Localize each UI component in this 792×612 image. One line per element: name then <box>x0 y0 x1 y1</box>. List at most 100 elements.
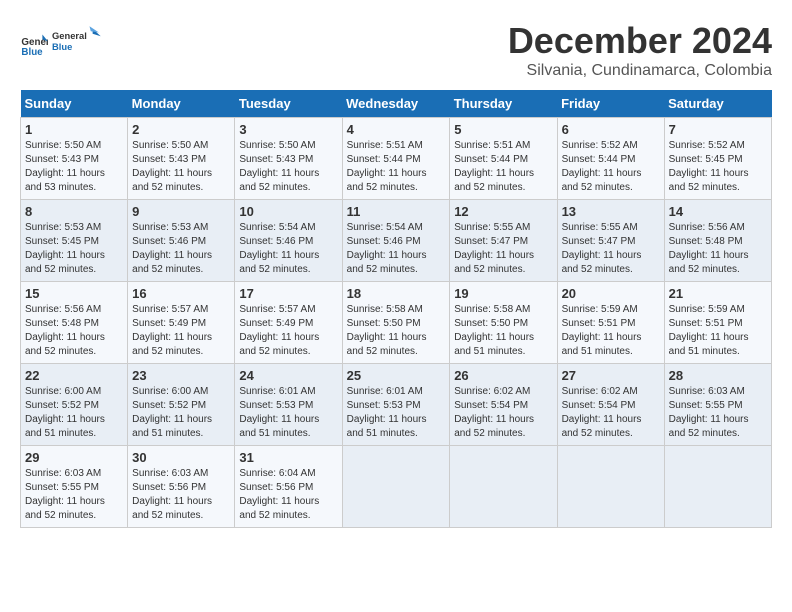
day-number: 23 <box>132 368 230 383</box>
day-number: 8 <box>25 204 123 219</box>
day-number: 16 <box>132 286 230 301</box>
day-info: Sunrise: 5:50 AM Sunset: 5:43 PM Dayligh… <box>25 139 123 195</box>
calendar-cell: 12 Sunrise: 5:55 AM Sunset: 5:47 PM Dayl… <box>450 200 557 282</box>
col-header-tuesday: Tuesday <box>235 90 342 118</box>
day-number: 4 <box>347 122 446 137</box>
day-info: Sunrise: 6:03 AM Sunset: 5:55 PM Dayligh… <box>25 467 123 523</box>
day-info: Sunrise: 5:51 AM Sunset: 5:44 PM Dayligh… <box>347 139 446 195</box>
calendar-cell: 5 Sunrise: 5:51 AM Sunset: 5:44 PM Dayli… <box>450 118 557 200</box>
day-number: 14 <box>669 204 767 219</box>
calendar-week-5: 29 Sunrise: 6:03 AM Sunset: 5:55 PM Dayl… <box>21 446 772 528</box>
day-number: 2 <box>132 122 230 137</box>
day-number: 19 <box>454 286 552 301</box>
day-info: Sunrise: 6:04 AM Sunset: 5:56 PM Dayligh… <box>239 467 337 523</box>
header: General Blue General Blue December 2024 … <box>20 20 772 80</box>
col-header-saturday: Saturday <box>664 90 771 118</box>
day-number: 27 <box>562 368 660 383</box>
calendar-cell: 15 Sunrise: 5:56 AM Sunset: 5:48 PM Dayl… <box>21 282 128 364</box>
logo: General Blue General Blue <box>20 20 102 70</box>
calendar-cell: 10 Sunrise: 5:54 AM Sunset: 5:46 PM Dayl… <box>235 200 342 282</box>
calendar-cell: 14 Sunrise: 5:56 AM Sunset: 5:48 PM Dayl… <box>664 200 771 282</box>
calendar-cell: 7 Sunrise: 5:52 AM Sunset: 5:45 PM Dayli… <box>664 118 771 200</box>
day-info: Sunrise: 5:57 AM Sunset: 5:49 PM Dayligh… <box>239 303 337 359</box>
day-info: Sunrise: 6:03 AM Sunset: 5:55 PM Dayligh… <box>669 385 767 441</box>
day-number: 15 <box>25 286 123 301</box>
calendar-cell: 21 Sunrise: 5:59 AM Sunset: 5:51 PM Dayl… <box>664 282 771 364</box>
calendar-cell: 2 Sunrise: 5:50 AM Sunset: 5:43 PM Dayli… <box>128 118 235 200</box>
day-number: 11 <box>347 204 446 219</box>
title-block: December 2024 Silvania, Cundinamarca, Co… <box>508 20 772 80</box>
col-header-sunday: Sunday <box>21 90 128 118</box>
day-number: 3 <box>239 122 337 137</box>
svg-text:Blue: Blue <box>21 47 43 58</box>
day-number: 6 <box>562 122 660 137</box>
logo-icon: General Blue <box>20 31 48 59</box>
calendar-cell: 20 Sunrise: 5:59 AM Sunset: 5:51 PM Dayl… <box>557 282 664 364</box>
calendar-week-4: 22 Sunrise: 6:00 AM Sunset: 5:52 PM Dayl… <box>21 364 772 446</box>
calendar-cell: 30 Sunrise: 6:03 AM Sunset: 5:56 PM Dayl… <box>128 446 235 528</box>
calendar-week-1: 1 Sunrise: 5:50 AM Sunset: 5:43 PM Dayli… <box>21 118 772 200</box>
calendar-cell: 19 Sunrise: 5:58 AM Sunset: 5:50 PM Dayl… <box>450 282 557 364</box>
day-info: Sunrise: 6:00 AM Sunset: 5:52 PM Dayligh… <box>132 385 230 441</box>
day-number: 17 <box>239 286 337 301</box>
day-info: Sunrise: 5:53 AM Sunset: 5:46 PM Dayligh… <box>132 221 230 277</box>
day-info: Sunrise: 5:54 AM Sunset: 5:46 PM Dayligh… <box>347 221 446 277</box>
day-info: Sunrise: 5:52 AM Sunset: 5:44 PM Dayligh… <box>562 139 660 195</box>
day-info: Sunrise: 5:53 AM Sunset: 5:45 PM Dayligh… <box>25 221 123 277</box>
day-info: Sunrise: 6:01 AM Sunset: 5:53 PM Dayligh… <box>239 385 337 441</box>
day-info: Sunrise: 6:02 AM Sunset: 5:54 PM Dayligh… <box>562 385 660 441</box>
calendar-cell: 13 Sunrise: 5:55 AM Sunset: 5:47 PM Dayl… <box>557 200 664 282</box>
day-info: Sunrise: 5:58 AM Sunset: 5:50 PM Dayligh… <box>347 303 446 359</box>
day-info: Sunrise: 5:59 AM Sunset: 5:51 PM Dayligh… <box>669 303 767 359</box>
day-info: Sunrise: 6:01 AM Sunset: 5:53 PM Dayligh… <box>347 385 446 441</box>
day-number: 1 <box>25 122 123 137</box>
calendar-week-3: 15 Sunrise: 5:56 AM Sunset: 5:48 PM Dayl… <box>21 282 772 364</box>
calendar-cell: 4 Sunrise: 5:51 AM Sunset: 5:44 PM Dayli… <box>342 118 450 200</box>
day-info: Sunrise: 5:51 AM Sunset: 5:44 PM Dayligh… <box>454 139 552 195</box>
calendar-cell <box>342 446 450 528</box>
calendar-cell: 23 Sunrise: 6:00 AM Sunset: 5:52 PM Dayl… <box>128 364 235 446</box>
day-number: 30 <box>132 450 230 465</box>
calendar-cell: 29 Sunrise: 6:03 AM Sunset: 5:55 PM Dayl… <box>21 446 128 528</box>
calendar-week-2: 8 Sunrise: 5:53 AM Sunset: 5:45 PM Dayli… <box>21 200 772 282</box>
calendar-cell: 24 Sunrise: 6:01 AM Sunset: 5:53 PM Dayl… <box>235 364 342 446</box>
calendar-cell: 3 Sunrise: 5:50 AM Sunset: 5:43 PM Dayli… <box>235 118 342 200</box>
calendar-cell: 17 Sunrise: 5:57 AM Sunset: 5:49 PM Dayl… <box>235 282 342 364</box>
col-header-friday: Friday <box>557 90 664 118</box>
calendar-cell: 1 Sunrise: 5:50 AM Sunset: 5:43 PM Dayli… <box>21 118 128 200</box>
day-info: Sunrise: 5:50 AM Sunset: 5:43 PM Dayligh… <box>132 139 230 195</box>
day-number: 21 <box>669 286 767 301</box>
svg-text:Blue: Blue <box>52 42 72 52</box>
day-info: Sunrise: 5:50 AM Sunset: 5:43 PM Dayligh… <box>239 139 337 195</box>
day-number: 12 <box>454 204 552 219</box>
logo-bird-icon: General Blue <box>52 20 102 65</box>
page-title: December 2024 <box>508 20 772 62</box>
day-number: 26 <box>454 368 552 383</box>
day-info: Sunrise: 6:03 AM Sunset: 5:56 PM Dayligh… <box>132 467 230 523</box>
col-header-monday: Monday <box>128 90 235 118</box>
day-info: Sunrise: 5:57 AM Sunset: 5:49 PM Dayligh… <box>132 303 230 359</box>
calendar-cell: 26 Sunrise: 6:02 AM Sunset: 5:54 PM Dayl… <box>450 364 557 446</box>
day-info: Sunrise: 6:00 AM Sunset: 5:52 PM Dayligh… <box>25 385 123 441</box>
calendar-cell: 31 Sunrise: 6:04 AM Sunset: 5:56 PM Dayl… <box>235 446 342 528</box>
calendar-cell: 27 Sunrise: 6:02 AM Sunset: 5:54 PM Dayl… <box>557 364 664 446</box>
day-info: Sunrise: 5:55 AM Sunset: 5:47 PM Dayligh… <box>562 221 660 277</box>
day-number: 25 <box>347 368 446 383</box>
calendar-cell: 11 Sunrise: 5:54 AM Sunset: 5:46 PM Dayl… <box>342 200 450 282</box>
calendar-table: SundayMondayTuesdayWednesdayThursdayFrid… <box>20 90 772 528</box>
day-info: Sunrise: 5:52 AM Sunset: 5:45 PM Dayligh… <box>669 139 767 195</box>
day-info: Sunrise: 5:58 AM Sunset: 5:50 PM Dayligh… <box>454 303 552 359</box>
page-subtitle: Silvania, Cundinamarca, Colombia <box>508 62 772 80</box>
day-info: Sunrise: 6:02 AM Sunset: 5:54 PM Dayligh… <box>454 385 552 441</box>
day-number: 24 <box>239 368 337 383</box>
calendar-cell <box>450 446 557 528</box>
day-number: 20 <box>562 286 660 301</box>
calendar-cell <box>557 446 664 528</box>
day-number: 28 <box>669 368 767 383</box>
calendar-cell: 8 Sunrise: 5:53 AM Sunset: 5:45 PM Dayli… <box>21 200 128 282</box>
col-header-thursday: Thursday <box>450 90 557 118</box>
col-header-wednesday: Wednesday <box>342 90 450 118</box>
day-number: 29 <box>25 450 123 465</box>
calendar-cell: 16 Sunrise: 5:57 AM Sunset: 5:49 PM Dayl… <box>128 282 235 364</box>
day-info: Sunrise: 5:55 AM Sunset: 5:47 PM Dayligh… <box>454 221 552 277</box>
